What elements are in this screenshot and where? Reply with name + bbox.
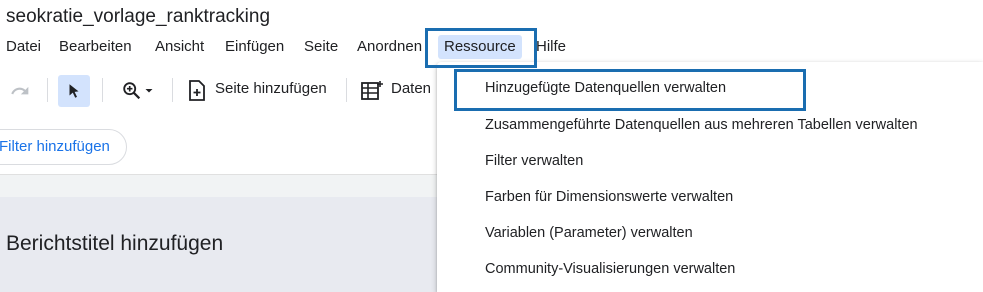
menu-anordnen[interactable]: Anordnen <box>357 37 422 57</box>
report-title-placeholder[interactable]: Berichtstitel hinzufügen <box>6 232 223 256</box>
menu-seite[interactable]: Seite <box>304 37 338 57</box>
add-data-icon[interactable] <box>359 79 385 103</box>
menu-einfuegen[interactable]: Einfügen <box>225 37 284 57</box>
menu-item-manage-parameters[interactable]: Variablen (Parameter) verwalten <box>485 223 693 243</box>
menu-item-manage-dimension-colors[interactable]: Farben für Dimensionswerte verwalten <box>485 187 733 207</box>
add-page-button[interactable]: Seite hinzufügen <box>215 80 327 97</box>
redo-icon[interactable] <box>8 79 32 103</box>
menu-bearbeiten[interactable]: Bearbeiten <box>59 37 132 57</box>
highlight-box-ressource <box>425 28 537 68</box>
menu-ansicht[interactable]: Ansicht <box>155 37 204 57</box>
zoom-icon[interactable] <box>114 78 162 104</box>
toolbar-separator <box>102 78 103 102</box>
menu-datei[interactable]: Datei <box>6 37 41 57</box>
menu-item-manage-blended-data[interactable]: Zusammengeführte Datenquellen aus mehrer… <box>485 115 918 135</box>
toolbar-separator <box>172 78 173 102</box>
chevron-down-icon <box>145 89 153 93</box>
add-data-button[interactable]: Daten <box>391 80 431 97</box>
select-pointer-icon[interactable] <box>58 75 90 107</box>
highlight-box-manage-data-sources <box>454 69 806 111</box>
menu-item-manage-community-visualizations[interactable]: Community-Visualisierungen verwalten <box>485 259 735 279</box>
toolbar-separator <box>47 78 48 102</box>
menu-hilfe[interactable]: Hilfe <box>536 37 566 57</box>
report-name[interactable]: seokratie_vorlage_ranktracking <box>6 6 270 28</box>
menu-item-manage-filters[interactable]: Filter verwalten <box>485 151 583 171</box>
add-filter-button[interactable]: Filter hinzufügen <box>0 129 127 165</box>
toolbar-separator <box>346 78 347 102</box>
add-page-icon[interactable] <box>185 79 209 103</box>
